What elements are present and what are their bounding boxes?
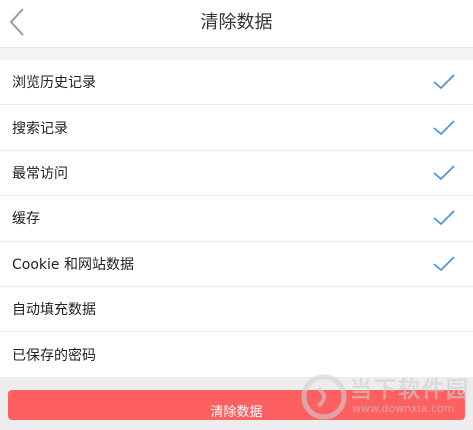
option-label: Cookie 和网站数据: [12, 256, 134, 273]
watermark-logo-icon: [301, 374, 347, 420]
option-saved-passwords[interactable]: 已保存的密码: [0, 332, 473, 377]
option-label: 搜索记录: [12, 120, 68, 137]
clear-data-button-label: 清除数据: [210, 404, 263, 420]
option-cache[interactable]: 缓存: [0, 196, 473, 242]
option-cookies[interactable]: Cookie 和网站数据: [0, 242, 473, 287]
option-label: 浏览历史记录: [12, 75, 96, 92]
option-label: 自动填充数据: [12, 302, 96, 319]
option-search-history[interactable]: 搜索记录: [0, 105, 473, 151]
watermark: 当下软件园 www.downxia.com: [300, 372, 470, 422]
clear-options-list: 浏览历史记录 搜索记录 最常访问 缓存 Cookie 和网站数据 自动填充数据 …: [0, 60, 473, 378]
watermark-text: 当下软件园: [350, 378, 471, 403]
page-title: 清除数据: [200, 12, 273, 33]
option-label: 缓存: [12, 211, 40, 228]
option-label: 已保存的密码: [12, 348, 96, 365]
checkmark-icon: [433, 256, 455, 271]
checkmark-icon: [433, 210, 455, 226]
checkmark-icon: [433, 74, 455, 90]
option-label: 最常访问: [12, 165, 68, 182]
checkmark-icon: [433, 120, 455, 135]
top-bar: 清除数据: [0, 0, 473, 48]
checkmark-icon: [433, 165, 455, 181]
option-browsing-history[interactable]: 浏览历史记录: [0, 60, 473, 106]
option-most-visited[interactable]: 最常访问: [0, 151, 473, 197]
watermark-url: www.downxia.com: [352, 402, 455, 415]
option-autofill[interactable]: 自动填充数据: [0, 287, 473, 333]
